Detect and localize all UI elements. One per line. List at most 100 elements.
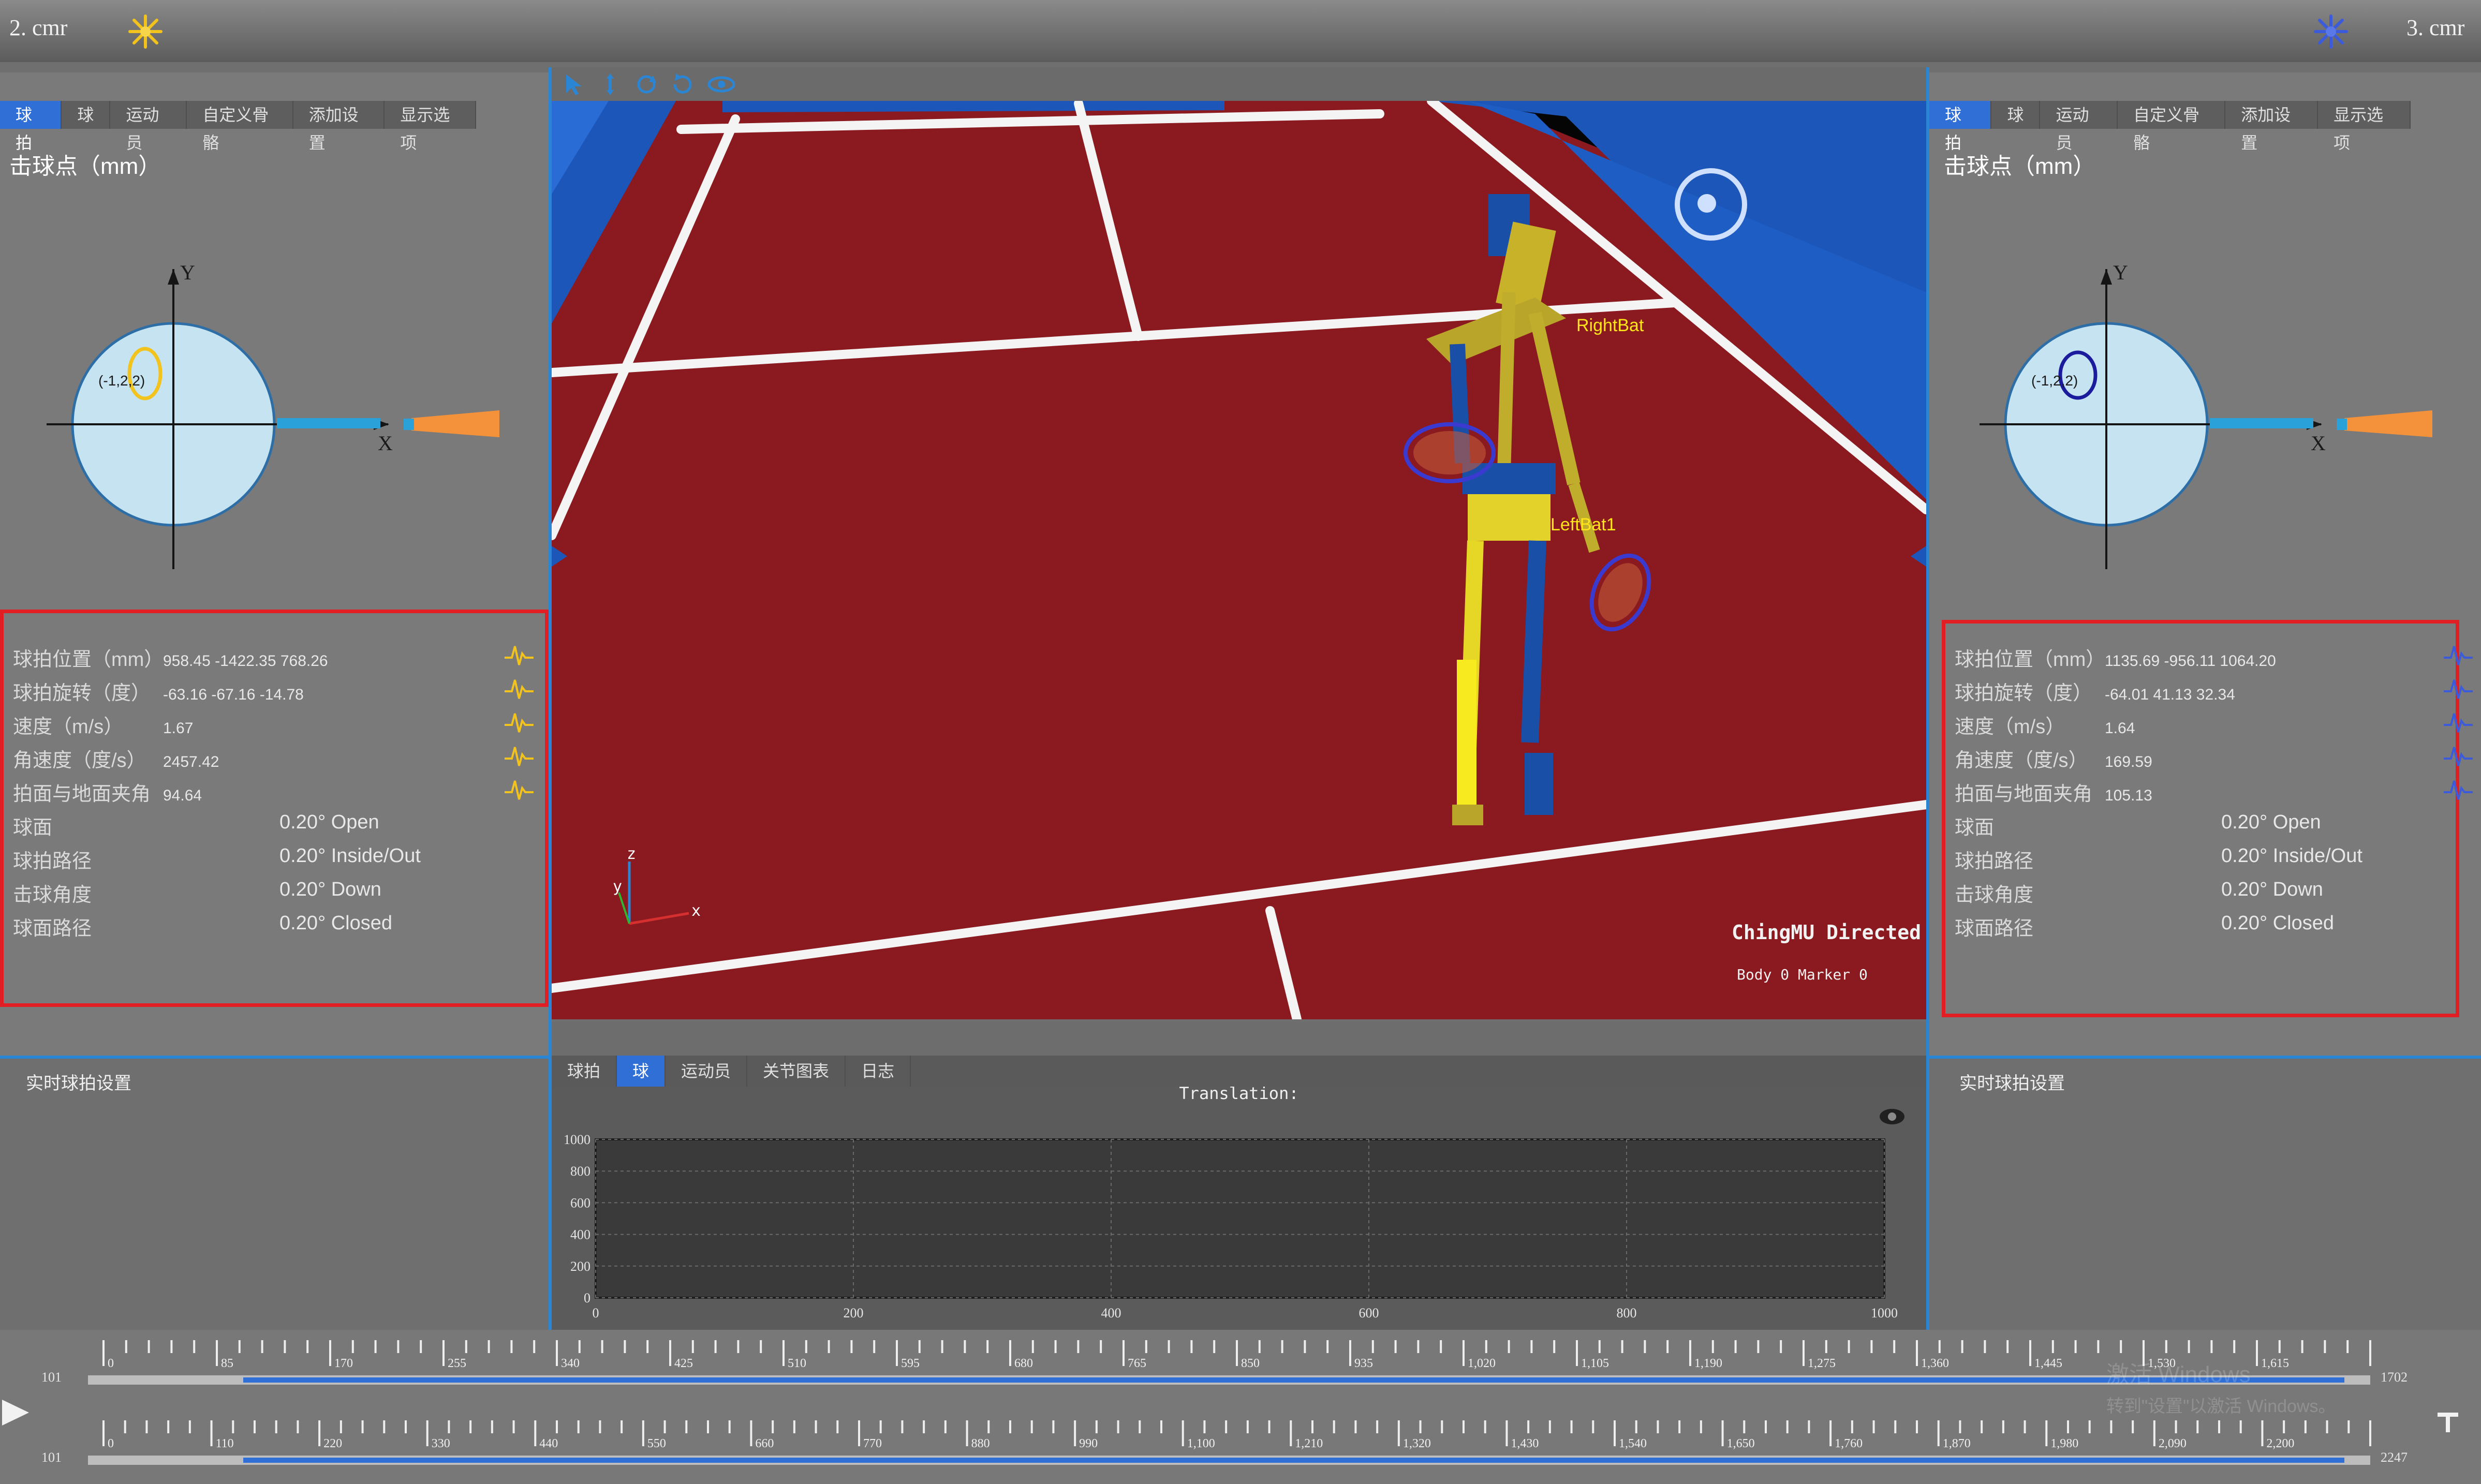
timeline-tick-label: 255 <box>448 1357 466 1370</box>
right-camera-icon[interactable] <box>2312 13 2350 50</box>
timeline-tick-label: 1,980 <box>2050 1437 2078 1450</box>
left-panel-tabs: 球拍 球 运动员 自定义骨骼 添加设置 显示选项 <box>0 101 476 152</box>
timeline-tick-label: 1,870 <box>1943 1437 1971 1450</box>
racket-handle <box>411 410 499 437</box>
timeline-range <box>243 1458 2344 1463</box>
timeline-tick-label: 1,615 <box>2261 1357 2289 1370</box>
waveform-icon[interactable] <box>505 644 534 667</box>
eye-icon[interactable] <box>707 72 736 96</box>
tab-ball[interactable]: 球 <box>617 1056 666 1087</box>
right-row-attack-angle: 击球角度 0.20° Down <box>1955 879 2323 906</box>
tab-ball[interactable]: 球 <box>62 101 111 129</box>
court-scene: RightBat LeftBat1 z y x ChingMU Directed… <box>552 101 1926 1019</box>
tab-athlete[interactable]: 运动员 <box>666 1056 748 1087</box>
left-camera-icon[interactable] <box>127 13 164 50</box>
timeline-tick-label: 1,445 <box>2034 1357 2062 1370</box>
right-row-face: 球面 0.20° Open <box>1955 811 2321 839</box>
top-bar <box>0 0 2481 62</box>
waveform-icon[interactable] <box>2444 779 2473 802</box>
waveform-icon[interactable] <box>505 711 534 734</box>
move-icon[interactable] <box>598 72 622 96</box>
tab-racket[interactable]: 球拍 <box>1929 101 1992 152</box>
tab-ball[interactable]: 球 <box>1991 101 2041 129</box>
right-realtime-settings-title: 实时球拍设置 <box>1959 1074 2065 1093</box>
timeline-tick-label: 1,210 <box>1295 1437 1323 1450</box>
waveform-icon[interactable] <box>505 745 534 768</box>
timeline-tick-label: 510 <box>788 1357 806 1370</box>
right-row-speed: 速度（m/s） 1.64 <box>1955 710 2473 741</box>
chart-eye-icon[interactable] <box>1880 1109 1904 1124</box>
y-tick-label: 1000 <box>564 1132 590 1147</box>
left-row-face-angle: 拍面与地面夹角 94.64 <box>13 778 534 809</box>
rotate-icon[interactable] <box>634 72 658 96</box>
tab-log[interactable]: 日志 <box>846 1056 911 1087</box>
left-row-attack-angle: 击球角度 0.20° Down <box>13 879 381 906</box>
right-divider <box>1926 1056 2481 1059</box>
timeline-tick-label: 0 <box>108 1357 114 1370</box>
right-panel-tabs: 球拍 球 运动员 自定义骨骼 添加设置 显示选项 <box>1929 101 2411 152</box>
timeline-tick-label: 110 <box>216 1437 234 1450</box>
waveform-icon[interactable] <box>505 678 534 701</box>
timeline-tick-label: 1,760 <box>1835 1437 1863 1450</box>
x-tick-label: 200 <box>844 1305 864 1320</box>
timeline-tick-label: 680 <box>1014 1357 1033 1370</box>
timeline-tick-label: 2,200 <box>2266 1437 2294 1450</box>
left-row-speed: 速度（m/s） 1.67 <box>13 710 534 741</box>
right-impact-diagram: Y X (-1,2,2) <box>1980 261 2432 569</box>
right-row-path: 球拍路径 0.20° Inside/Out <box>1955 845 2362 872</box>
right-row-position: 球拍位置（mm）1135.69 -956.11 1064.20 <box>1955 643 2473 674</box>
timeline-end-label: 2247 <box>2381 1450 2408 1465</box>
timeline-tick-label: 1,275 <box>1808 1357 1836 1370</box>
tab-add-settings[interactable]: 添加设置 <box>2225 101 2318 152</box>
tab-racket[interactable]: 球拍 <box>552 1056 617 1087</box>
waveform-icon[interactable] <box>2444 745 2473 768</box>
right-bat-label: RightBat <box>1576 316 1644 335</box>
timeline-tick-label: 880 <box>971 1437 990 1450</box>
y-tick-label: 0 <box>584 1290 590 1305</box>
timeline-tick-label: 550 <box>647 1437 666 1450</box>
timeline-tick-label: 1,020 <box>1468 1357 1496 1370</box>
right-row-angular-speed: 角速度（度/s） 169.59 <box>1955 744 2473 775</box>
timeline-tick-label: 1,105 <box>1581 1357 1609 1370</box>
tab-athlete[interactable]: 运动员 <box>2040 101 2118 152</box>
timeline-tick-label: 770 <box>863 1437 882 1450</box>
left-row-position: 球拍位置（mm）958.45 -1422.35 768.26 <box>13 643 534 674</box>
tab-display-options[interactable]: 显示选项 <box>2318 101 2411 152</box>
3d-viewport[interactable]: RightBat LeftBat1 z y x ChingMU Directed… <box>552 101 1926 1019</box>
left-racket-data-box: 球拍位置（mm）958.45 -1422.35 768.26 球拍旋转（度） -6… <box>0 610 549 1007</box>
waveform-icon[interactable] <box>2444 678 2473 701</box>
left-bat-label: LeftBat1 <box>1550 515 1616 535</box>
reset-view-icon[interactable] <box>671 72 695 96</box>
timeline-tick-label: 660 <box>755 1437 774 1450</box>
right-row-rotation: 球拍旋转（度） -64.01 41.13 32.34 <box>1955 677 2473 708</box>
timeline-tick-label: 340 <box>561 1357 580 1370</box>
waveform-icon[interactable] <box>2444 644 2473 667</box>
marker-status: Body 0 Marker 0 <box>1737 966 1868 983</box>
tab-custom-skeleton[interactable]: 自定义骨骼 <box>187 101 293 152</box>
play-icon <box>2 1400 29 1426</box>
tab-custom-skeleton[interactable]: 自定义骨骼 <box>2118 101 2226 152</box>
tab-athlete[interactable]: 运动员 <box>110 101 187 152</box>
tab-racket[interactable]: 球拍 <box>0 101 62 152</box>
tab-display-options[interactable]: 显示选项 <box>385 101 476 152</box>
y-axis-label: Y <box>2113 261 2128 284</box>
timeline-tick-label: 0 <box>108 1437 114 1450</box>
right-row-face-path: 球面路径 0.20° Closed <box>1955 912 2334 940</box>
y-tick-label: 200 <box>570 1259 590 1274</box>
svg-text:y: y <box>613 878 622 896</box>
timeline-tick-label: 935 <box>1354 1357 1373 1370</box>
select-icon[interactable] <box>562 72 586 96</box>
tab-add-settings[interactable]: 添加设置 <box>293 101 385 152</box>
left-row-face: 球面 0.20° Open <box>13 811 379 839</box>
windows-watermark-title: 激活 Windows <box>2106 1362 2251 1387</box>
x-tick-label: 0 <box>593 1305 599 1320</box>
timeline-start-label: 101 <box>41 1370 62 1385</box>
waveform-icon[interactable] <box>2444 711 2473 734</box>
timeline-tick-label: 220 <box>323 1437 342 1450</box>
settings-pin-icon <box>2438 1413 2458 1432</box>
timeline-tick-label: 1,650 <box>1727 1437 1755 1450</box>
timeline-end-label: 1702 <box>2381 1370 2408 1385</box>
waveform-icon[interactable] <box>505 779 534 802</box>
tab-joint-chart[interactable]: 关节图表 <box>747 1056 846 1087</box>
timeline-tick-label: 1,360 <box>1921 1357 1949 1370</box>
